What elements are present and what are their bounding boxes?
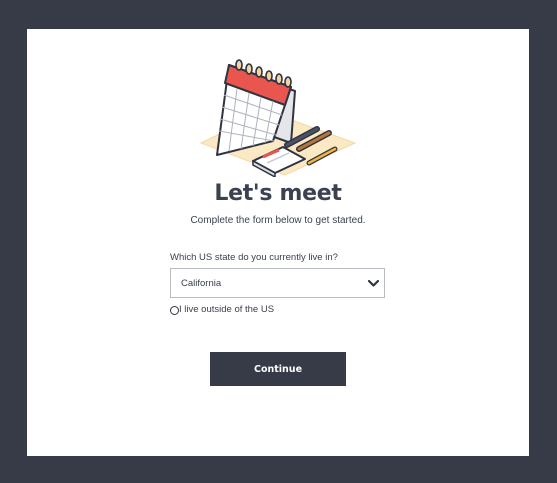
page-title: Let's meet <box>214 181 342 206</box>
page-subtitle: Complete the form below to get started. <box>190 215 366 226</box>
outside-us-label: I live outside of the US <box>179 304 275 315</box>
calendar-desk-icon <box>199 59 357 177</box>
outside-us-radio[interactable] <box>170 306 179 315</box>
continue-button[interactable]: Continue <box>210 352 346 386</box>
chevron-down-icon <box>367 279 380 287</box>
signup-card: Let's meet Complete the form below to ge… <box>27 29 529 456</box>
state-select-value: California <box>181 278 222 289</box>
state-question-label: Which US state do you currently live in? <box>170 252 338 263</box>
state-select[interactable]: California <box>170 268 385 298</box>
